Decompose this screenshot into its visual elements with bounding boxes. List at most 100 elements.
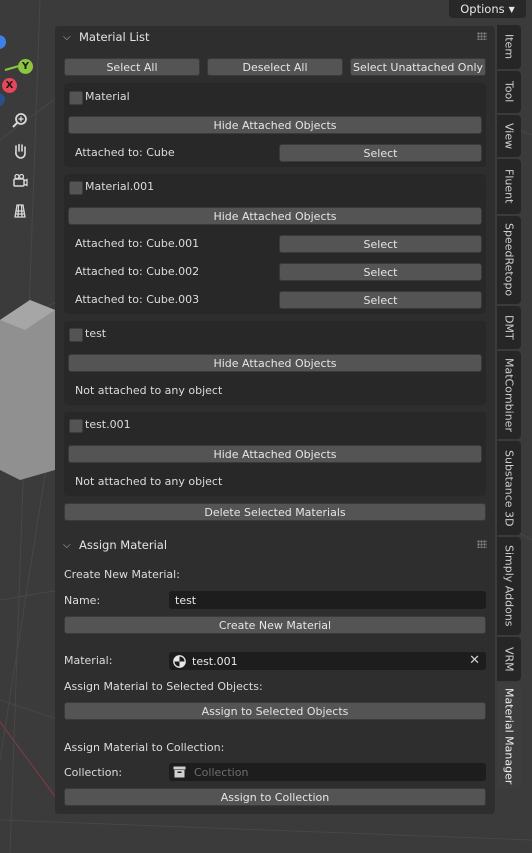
sidebar-panel: ⌵ Material List Select All Deselect All … <box>55 26 495 814</box>
material-checkbox[interactable] <box>69 328 83 342</box>
select-label: Select <box>363 237 398 251</box>
select-label: Select <box>363 265 398 279</box>
hide-attached-button[interactable]: Hide Attached Objects <box>68 116 482 134</box>
select-all-label: Select All <box>106 60 158 74</box>
tab-view[interactable]: View <box>497 115 521 157</box>
tab-simply-addons-label: Simply Addons <box>502 545 516 627</box>
select-object-button[interactable]: Select <box>279 235 482 253</box>
collection-box-icon <box>173 766 186 778</box>
tab-dmt[interactable]: DMT <box>497 306 521 349</box>
collection-label: Collection: <box>64 766 123 779</box>
attached-to-label: Attached to: Cube.001 <box>75 237 200 250</box>
create-new-material-button[interactable]: Create New Material <box>64 616 486 634</box>
tab-fluent[interactable]: Fluent <box>497 159 521 214</box>
name-label: Name: <box>64 594 101 607</box>
create-new-heading: Create New Material: <box>64 568 180 581</box>
deselect-all-button[interactable]: Deselect All <box>207 58 343 76</box>
material-list-header[interactable]: ⌵ Material List <box>55 26 495 48</box>
select-unattached-label: Select Unattached Only <box>352 60 484 74</box>
assign-to-collection-button[interactable]: Assign to Collection <box>64 788 486 806</box>
hide-attached-label: Hide Attached Objects <box>213 356 337 370</box>
assign-to-selected-label: Assign to Selected Objects <box>201 704 349 718</box>
material-entry: test.001 Hide Attached Objects Not attac… <box>64 412 486 496</box>
attached-to-label: Attached to: Cube.002 <box>75 265 200 278</box>
material-entry: Material.001 Hide Attached Objects Attac… <box>64 174 486 314</box>
material-name: Material <box>85 90 130 103</box>
select-unattached-button[interactable]: Select Unattached Only <box>350 58 486 76</box>
material-selector[interactable]: test.001 ✕ <box>169 652 486 670</box>
tab-item-label: Item <box>502 34 516 60</box>
sidebar-tabs: Item Tool View Fluent SpeedRetopo DMT Ma… <box>497 22 521 792</box>
chevron-down-icon: ⌵ <box>63 539 71 551</box>
zoom-icon[interactable] <box>11 112 39 140</box>
assign-to-collection-label: Assign to Collection <box>220 790 330 804</box>
select-object-button[interactable]: Select <box>279 144 482 162</box>
tab-substance-3d-label: Substance 3D <box>502 449 516 527</box>
assign-to-selected-button[interactable]: Assign to Selected Objects <box>64 702 486 720</box>
collection-selector[interactable]: Collection <box>169 763 486 781</box>
x-axis-gizmo[interactable]: X <box>2 78 17 93</box>
assign-collection-heading: Assign Material to Collection: <box>64 741 225 754</box>
tab-fluent-label: Fluent <box>502 169 516 204</box>
hand-icon[interactable] <box>11 142 39 170</box>
tab-item[interactable]: Item <box>497 25 521 69</box>
tab-simply-addons[interactable]: Simply Addons <box>497 537 521 635</box>
tab-vrm-label: VRM <box>502 646 516 672</box>
assign-selected-heading: Assign Material to Selected Objects: <box>64 680 263 693</box>
y-axis-label: Y <box>21 61 30 72</box>
tab-vrm[interactable]: VRM <box>497 637 521 681</box>
name-value: test <box>175 593 197 607</box>
chevron-down-icon: ⌵ <box>63 31 71 43</box>
material-name: test.001 <box>85 418 131 431</box>
select-label: Select <box>363 293 398 307</box>
deselect-all-label: Deselect All <box>242 60 308 74</box>
name-input[interactable]: test <box>169 591 486 609</box>
material-entry: test Hide Attached Objects Not attached … <box>64 321 486 405</box>
hide-attached-button[interactable]: Hide Attached Objects <box>68 445 482 463</box>
y-axis-gizmo[interactable]: Y <box>18 59 33 74</box>
select-label: Select <box>363 146 398 160</box>
drag-handle-icon[interactable] <box>477 540 487 548</box>
attached-to-label: Attached to: Cube <box>75 146 175 159</box>
assign-material-title: Assign Material <box>79 538 168 552</box>
not-attached-label: Not attached to any object <box>75 475 223 488</box>
material-label: Material: <box>64 654 113 667</box>
assign-material-header[interactable]: ⌵ Assign Material <box>55 534 495 556</box>
grid-icon[interactable] <box>11 202 39 230</box>
collection-placeholder: Collection <box>194 765 249 779</box>
hide-attached-label: Hide Attached Objects <box>213 209 337 223</box>
tab-substance-3d[interactable]: Substance 3D <box>497 441 521 535</box>
tab-view-label: View <box>502 122 516 150</box>
material-entry: Material Hide Attached Objects Attached … <box>64 83 486 167</box>
hide-attached-label: Hide Attached Objects <box>213 118 337 132</box>
options-dropdown[interactable]: Options ▼ <box>449 0 526 18</box>
camera-icon[interactable] <box>11 172 39 200</box>
options-label: Options <box>460 2 505 16</box>
drag-handle-icon[interactable] <box>477 32 487 40</box>
x-axis-label: X <box>5 80 14 91</box>
material-list-title: Material List <box>79 30 150 44</box>
material-name: test <box>85 327 107 340</box>
tab-matcombiner[interactable]: MatCombiner <box>497 351 521 439</box>
select-object-button[interactable]: Select <box>279 263 482 281</box>
not-attached-label: Not attached to any object <box>75 384 223 397</box>
tab-speedretopo[interactable]: SpeedRetopo <box>497 216 521 304</box>
clear-icon[interactable]: ✕ <box>469 653 480 668</box>
create-new-material-label: Create New Material <box>218 618 332 632</box>
hide-attached-button[interactable]: Hide Attached Objects <box>68 354 482 372</box>
select-all-button[interactable]: Select All <box>64 58 200 76</box>
tab-tool-label: Tool <box>502 81 516 103</box>
material-checkbox[interactable] <box>69 91 83 105</box>
attached-to-label: Attached to: Cube.003 <box>75 293 200 306</box>
tab-tool[interactable]: Tool <box>497 71 521 113</box>
material-checkbox[interactable] <box>69 181 83 195</box>
tab-matcombiner-label: MatCombiner <box>502 358 516 432</box>
tab-speedretopo-label: SpeedRetopo <box>502 223 516 297</box>
hide-attached-label: Hide Attached Objects <box>213 447 337 461</box>
select-object-button[interactable]: Select <box>279 291 482 309</box>
delete-selected-button[interactable]: Delete Selected Materials <box>64 503 486 521</box>
hide-attached-button[interactable]: Hide Attached Objects <box>68 207 482 225</box>
material-checkbox[interactable] <box>69 419 83 433</box>
tab-material-manager[interactable]: Material Manager <box>497 683 521 789</box>
chevron-down-icon: ▼ <box>508 4 515 14</box>
